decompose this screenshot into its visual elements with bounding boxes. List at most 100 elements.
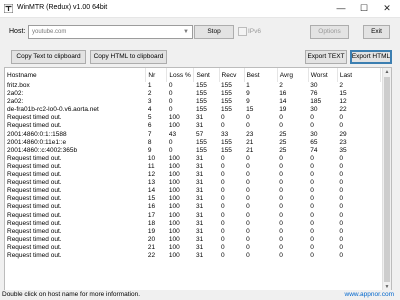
- column-header-avrg[interactable]: Avrg: [277, 68, 309, 82]
- column-header-last[interactable]: Last: [337, 68, 382, 82]
- cell-avrg: 0: [279, 154, 283, 162]
- cell-hostname[interactable]: fritz.box: [5, 82, 146, 90]
- cell-hostname[interactable]: Request timed out.: [5, 220, 146, 228]
- cell-hostname[interactable]: Request timed out.: [5, 212, 146, 220]
- cell-hostname[interactable]: 2a02:: [5, 98, 146, 106]
- export-html-button[interactable]: Export HTML: [350, 50, 392, 64]
- table-row[interactable]: 2001:4860:0:11e1::e 8 0 155 155 21 25 65 23: [5, 139, 381, 147]
- table-row[interactable]: 2a02: 2 0 155 155 9 16 76 15: [5, 90, 381, 98]
- cell-hostname[interactable]: 2001:4860::c:4002:365b: [5, 147, 146, 155]
- table-row[interactable]: Request timed out. 13 100 31 0 0 0 0 0: [5, 179, 381, 187]
- table-row[interactable]: Request timed out. 12 100 31 0 0 0 0 0: [5, 171, 381, 179]
- table-row[interactable]: Request timed out. 11 100 31 0 0 0 0 0: [5, 163, 381, 171]
- cell-hostname[interactable]: Request timed out.: [5, 155, 146, 163]
- cell-sent: 31: [195, 243, 204, 251]
- table-row[interactable]: Request timed out. 22 100 31 0 0 0 0 0: [5, 252, 381, 260]
- cell-recv: 0: [221, 162, 225, 170]
- table-row[interactable]: 2001:4860:0:1::1588 7 43 57 33 23 25 30 29: [5, 131, 381, 139]
- exit-button[interactable]: Exit: [363, 25, 390, 39]
- copy-html-button[interactable]: Copy HTML to clipboard: [90, 50, 167, 64]
- table-row[interactable]: Request timed out. 17 100 31 0 0 0 0 0: [5, 212, 381, 220]
- minimize-button[interactable]: —: [330, 0, 352, 17]
- cell-hostname[interactable]: Request timed out.: [5, 114, 146, 122]
- cell-nr: 11: [147, 162, 155, 170]
- cell-loss: 100: [168, 195, 180, 203]
- results-table[interactable]: Hostname Nr Loss % Sent Recv Best Avrg W…: [4, 67, 392, 292]
- column-header-nr[interactable]: Nr: [145, 68, 168, 82]
- copy-text-button[interactable]: Copy Text to clipboard: [11, 50, 86, 64]
- chevron-down-icon[interactable]: ▼: [181, 25, 191, 39]
- cell-hostname[interactable]: Request timed out.: [5, 244, 146, 252]
- table-row[interactable]: Request timed out. 6 100 31 0 0 0 0 0: [5, 122, 381, 130]
- cell-hostname[interactable]: Request timed out.: [5, 163, 146, 171]
- appnor-link[interactable]: www.appnor.com: [345, 291, 395, 298]
- column-header-worst[interactable]: Worst: [308, 68, 338, 82]
- column-header-sent[interactable]: Sent: [193, 68, 220, 82]
- cell-worst: 0: [310, 219, 314, 227]
- cell-recv: 0: [221, 122, 225, 130]
- cell-recv: 0: [221, 195, 225, 203]
- cell-hostname[interactable]: 2a02:: [5, 90, 146, 98]
- cell-best: 0: [246, 251, 250, 259]
- cell-recv: 0: [221, 243, 225, 251]
- column-header-hostname[interactable]: Hostname: [5, 68, 147, 82]
- cell-recv: 0: [221, 203, 225, 211]
- cell-hostname[interactable]: Request timed out.: [5, 122, 146, 130]
- table-row[interactable]: Request timed out. 5 100 31 0 0 0 0 0: [5, 114, 381, 122]
- cell-hostname[interactable]: Request timed out.: [5, 252, 146, 260]
- table-row[interactable]: fritz.box 1 0 155 155 1 2 30 2: [5, 82, 381, 90]
- cell-hostname[interactable]: Request timed out.: [5, 236, 146, 244]
- cell-hostname[interactable]: Request timed out.: [5, 187, 146, 195]
- cell-worst: 0: [310, 227, 314, 235]
- stop-button[interactable]: Stop: [194, 25, 234, 39]
- cell-hostname[interactable]: Request timed out.: [5, 171, 146, 179]
- scrollbar-thumb[interactable]: [384, 77, 390, 282]
- cell-hostname[interactable]: Request timed out.: [5, 179, 146, 187]
- table-row[interactable]: Request timed out. 14 100 31 0 0 0 0 0: [5, 187, 381, 195]
- cell-last: 0: [339, 195, 343, 203]
- cell-nr: 19: [147, 227, 156, 235]
- cell-worst: 74: [310, 146, 318, 154]
- cell-last: 0: [339, 227, 343, 235]
- close-button[interactable]: ✕: [376, 0, 398, 17]
- cell-nr: 10: [147, 154, 156, 162]
- ipv6-checkbox[interactable]: [238, 27, 247, 36]
- cell-recv: 155: [221, 106, 232, 114]
- cell-worst: 0: [310, 114, 314, 122]
- cell-sent: 31: [195, 227, 204, 235]
- cell-sent: 31: [195, 195, 204, 203]
- table-row[interactable]: Request timed out. 20 100 31 0 0 0 0 0: [5, 236, 381, 244]
- column-header-best[interactable]: Best: [244, 68, 278, 82]
- table-row[interactable]: Request timed out. 21 100 31 0 0 0 0 0: [5, 244, 381, 252]
- cell-hostname[interactable]: 2001:4860:0:1::1588: [5, 131, 146, 139]
- cell-loss: 100: [168, 243, 180, 251]
- table-row[interactable]: de-fra01b-rc2-lo0-0.v6.aorta.net 4 0 155 155…: [5, 106, 381, 114]
- cell-hostname[interactable]: Request timed out.: [5, 195, 146, 203]
- maximize-button[interactable]: ☐: [353, 0, 375, 17]
- column-header-loss[interactable]: Loss %: [166, 68, 195, 82]
- vertical-scrollbar[interactable]: ▲ ▼: [382, 68, 391, 291]
- host-input[interactable]: youtube.com: [28, 25, 193, 39]
- table-row[interactable]: Request timed out. 16 100 31 0 0 0 0 0: [5, 203, 381, 211]
- cell-recv: 0: [221, 114, 225, 122]
- cell-hostname[interactable]: de-fra01b-rc2-lo0-0.v6.aorta.net: [5, 106, 146, 114]
- cell-best: 0: [246, 179, 250, 187]
- cell-nr: 7: [147, 130, 152, 138]
- table-row[interactable]: Request timed out. 18 100 31 0 0 0 0 0: [5, 220, 381, 228]
- cell-hostname[interactable]: 2001:4860:0:11e1::e: [5, 139, 146, 147]
- table-row[interactable]: Request timed out. 10 100 31 0 0 0 0 0: [5, 155, 381, 163]
- export-text-button[interactable]: Export TEXT: [305, 50, 347, 64]
- cell-avrg: 0: [279, 171, 283, 179]
- cell-hostname[interactable]: Request timed out.: [5, 203, 146, 211]
- table-row[interactable]: 2001:4860::c:4002:365b 9 0 155 155 21 25 74 35: [5, 147, 381, 155]
- scroll-up-icon[interactable]: ▲: [383, 68, 391, 76]
- cell-sent: 31: [195, 235, 204, 243]
- cell-worst: 0: [310, 154, 314, 162]
- cell-best: 0: [246, 227, 250, 235]
- table-row[interactable]: Request timed out. 15 100 31 0 0 0 0 0: [5, 195, 381, 203]
- options-button[interactable]: Options: [310, 25, 349, 39]
- cell-hostname[interactable]: Request timed out.: [5, 228, 146, 236]
- column-header-recv[interactable]: Recv: [219, 68, 245, 82]
- table-row[interactable]: Request timed out. 19 100 31 0 0 0 0 0: [5, 228, 381, 236]
- table-row[interactable]: 2a02: 3 0 155 155 9 14 185 12: [5, 98, 381, 106]
